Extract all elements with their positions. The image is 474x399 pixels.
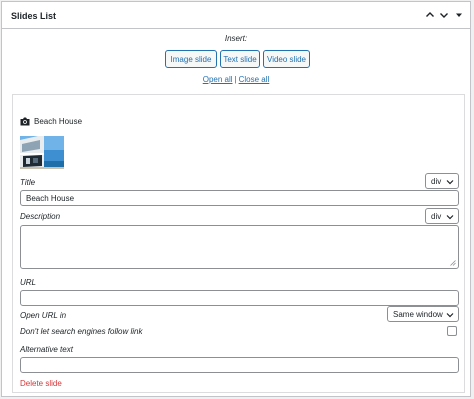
description-textarea[interactable] [20,225,459,269]
nofollow-label: Don't let search engines follow link [20,327,143,336]
text-slide-button[interactable]: Text slide [220,50,260,68]
alt-text-input[interactable] [20,357,459,373]
delete-slide-link[interactable]: Delete slide [20,379,62,388]
url-input[interactable] [20,290,459,306]
chevron-down-icon [446,180,454,185]
slide-name: Beach House [34,117,83,126]
panel-title: Slides List [11,11,57,21]
image-slide-button[interactable]: Image slide [165,50,217,68]
description-label: Description [20,212,61,221]
insert-label: Insert: [224,34,248,43]
chevron-down-icon [446,313,454,318]
close-all-link[interactable]: Close all [239,75,270,84]
slide-header[interactable]: Beach House [20,117,82,126]
camera-icon [20,117,30,126]
links-separator: | [234,75,237,84]
slide-thumbnail[interactable] [20,136,64,169]
chevron-up-icon[interactable] [423,8,437,22]
open-url-select[interactable]: Same window [387,306,459,322]
slides-list-panel: Slides List Insert: Image slide Text sli… [1,1,471,397]
title-label: Title [20,178,36,187]
open-close-links: Open all | Close all [2,75,470,84]
chevron-down-icon[interactable] [437,8,451,22]
title-input[interactable]: Beach House [20,190,459,206]
open-url-value: Same window [393,309,443,319]
open-all-link[interactable]: Open all [203,75,233,84]
description-tag-value: div [431,211,442,221]
panel-header: Slides List [2,2,470,29]
triangle-down-icon[interactable] [452,8,466,22]
alt-text-label: Alternative text [20,345,73,354]
description-tag-select[interactable]: div [425,208,459,224]
nofollow-checkbox[interactable] [447,326,457,336]
title-tag-value: div [431,176,442,186]
chevron-down-icon [446,215,454,220]
slide-item: Beach House Title div Beach House Descri… [12,94,465,393]
title-tag-select[interactable]: div [425,173,459,189]
video-slide-button[interactable]: Video slide [263,50,310,68]
resize-grip-icon[interactable] [450,260,456,266]
open-url-label: Open URL in [20,311,67,320]
url-label: URL [20,278,37,287]
